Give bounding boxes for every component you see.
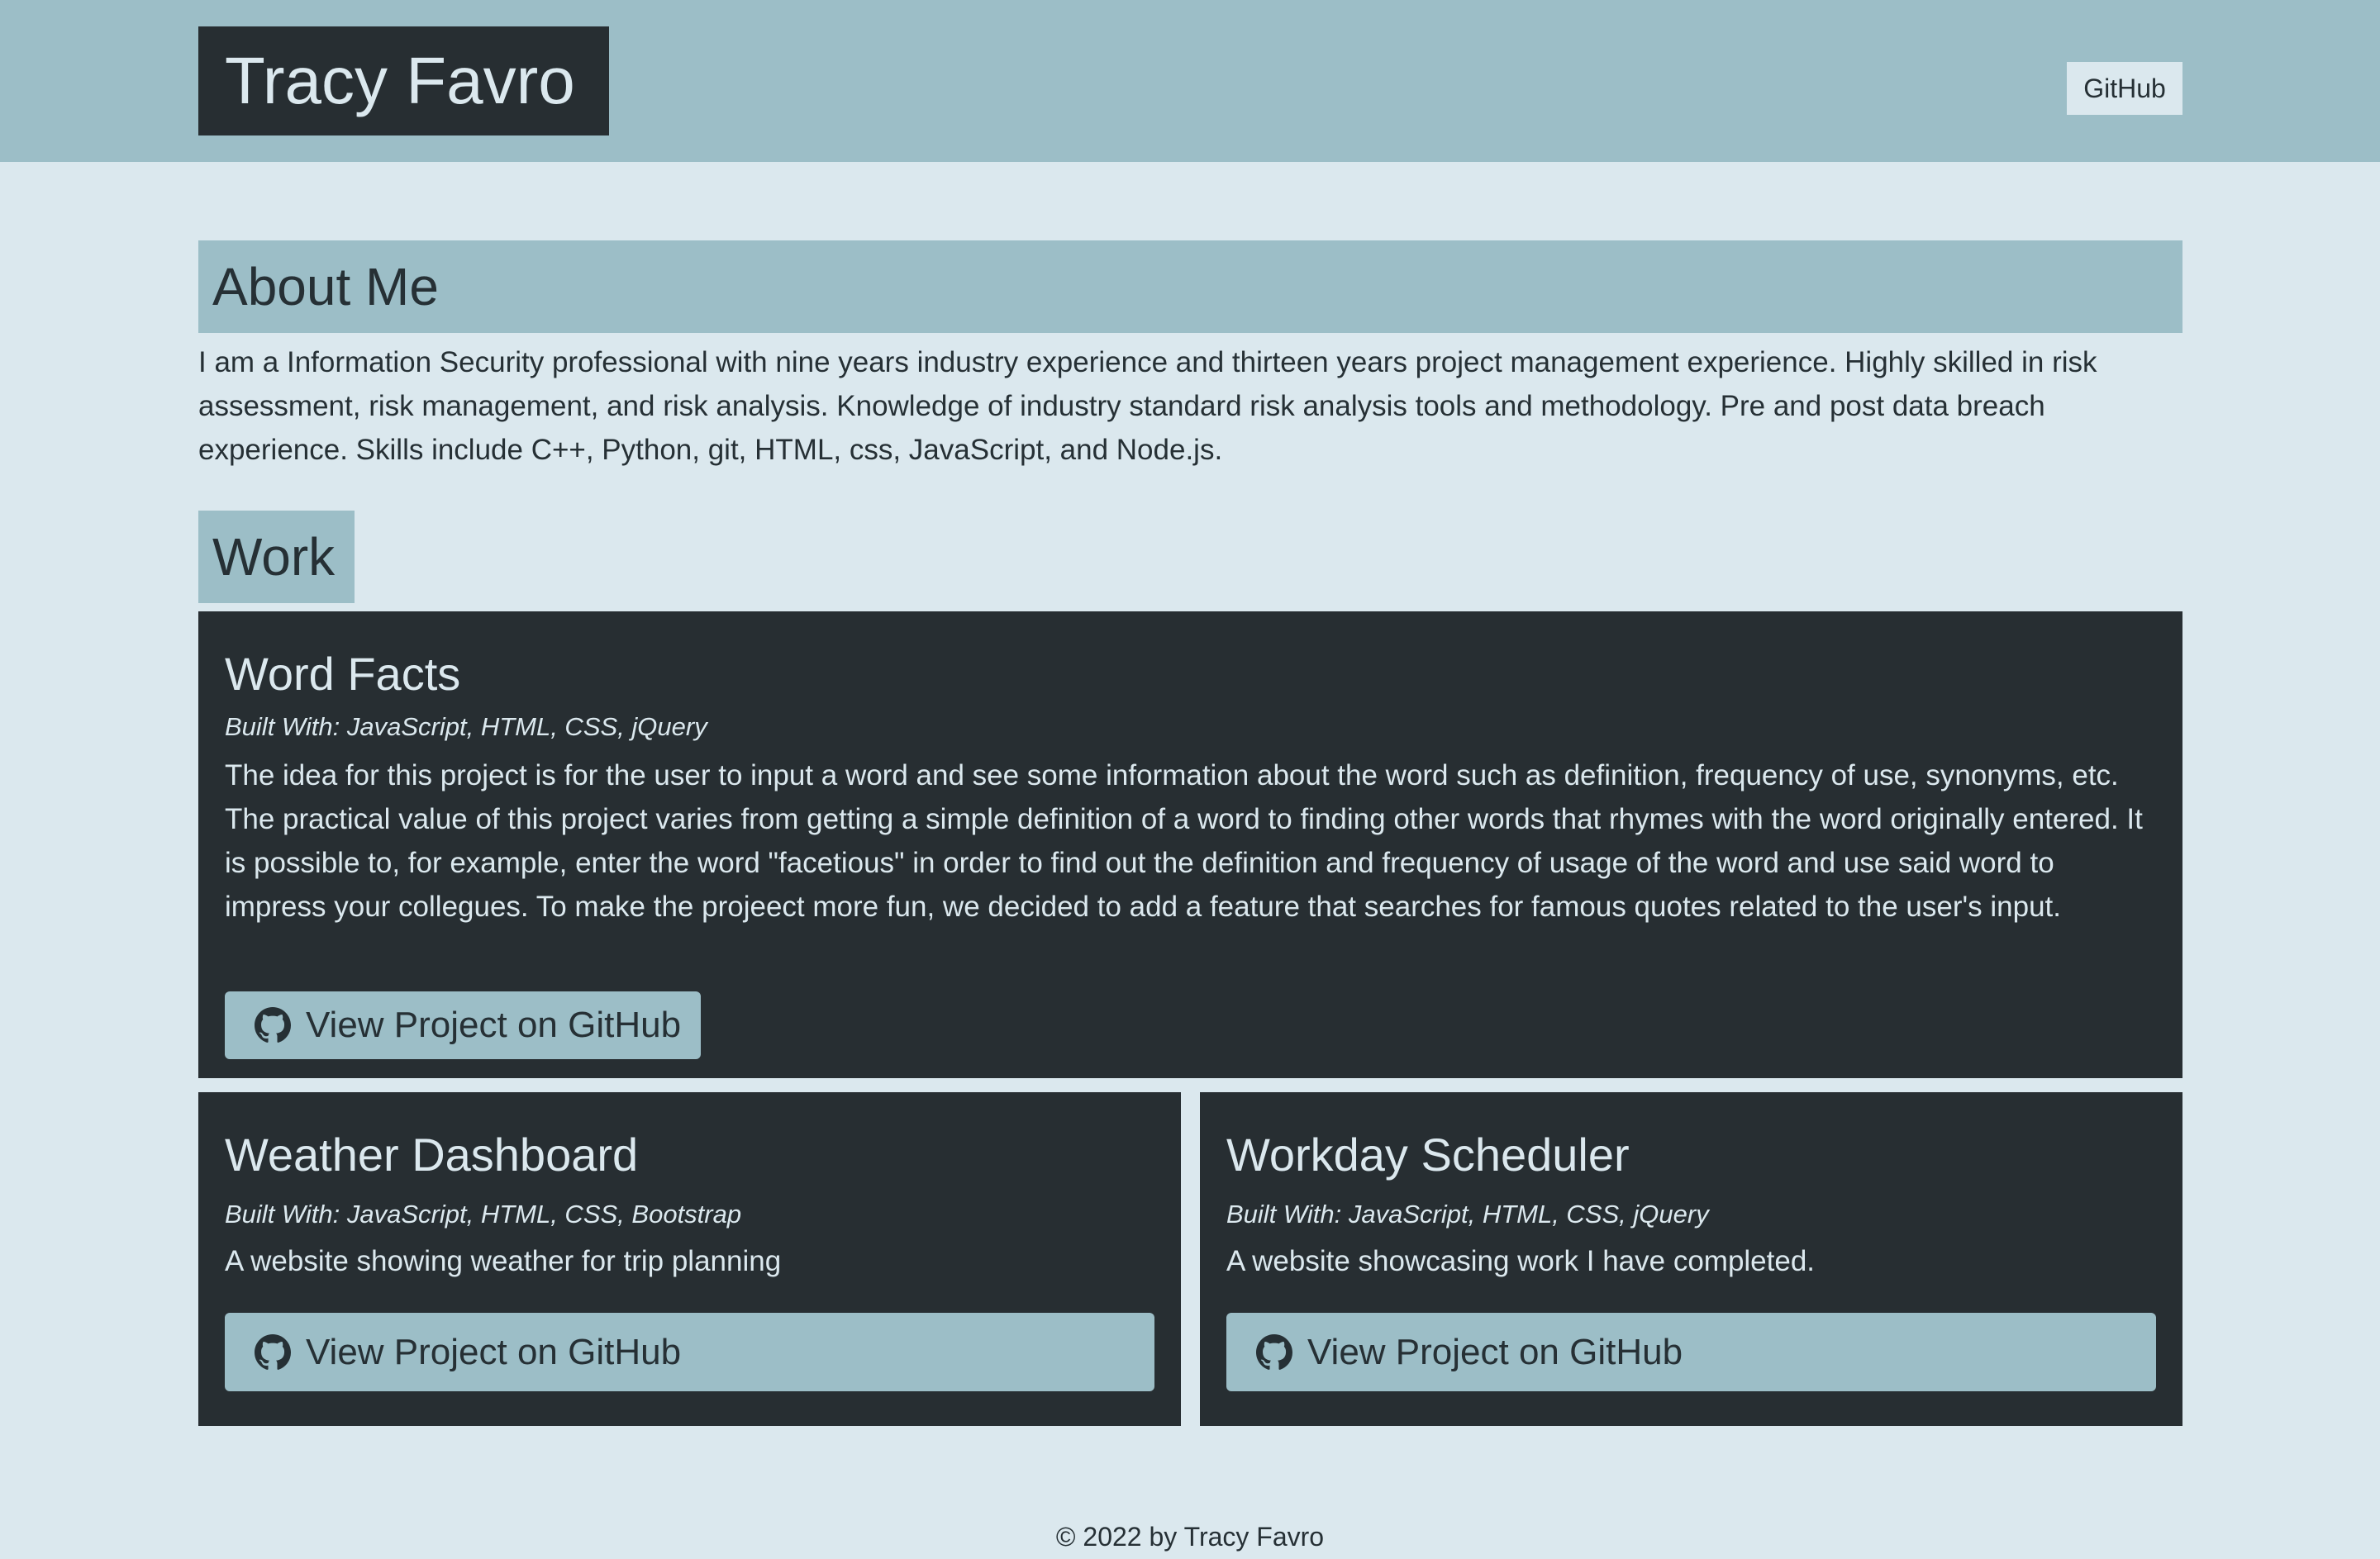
github-icon — [255, 1007, 291, 1043]
work-heading: Work — [198, 511, 355, 603]
view-project-button[interactable]: View Project on GitHub — [225, 1313, 1154, 1391]
project-built-with: Built With: JavaScript, HTML, CSS, jQuer… — [225, 712, 707, 741]
project-description: The idea for this project is for the use… — [225, 759, 2143, 923]
view-project-button-label: View Project on GitHub — [1307, 1331, 1683, 1372]
project-card-word-facts: Word Facts Built With: JavaScript, HTML,… — [198, 611, 2182, 1078]
project-built-with: Built With: JavaScript, HTML, CSS, jQuer… — [1226, 1200, 1709, 1229]
footer-copyright: © 2022 by Tracy Favro — [1055, 1522, 1325, 1552]
about-text: I am a Information Security professional… — [198, 346, 2097, 466]
view-project-button-label: View Project on GitHub — [306, 1331, 682, 1372]
project-description: A website showing weather for trip plann… — [225, 1245, 782, 1277]
project-title: Weather Dashboard — [225, 1129, 639, 1181]
project-card-workday-scheduler: Workday Scheduler Built With: JavaScript… — [1200, 1092, 2182, 1426]
view-project-button-label: View Project on GitHub — [306, 1005, 682, 1045]
project-card-weather-dashboard: Weather Dashboard Built With: JavaScript… — [198, 1092, 1181, 1426]
site-title: Tracy Favro — [198, 26, 609, 135]
project-title: Workday Scheduler — [1226, 1129, 1630, 1181]
view-project-button[interactable]: View Project on GitHub — [1226, 1313, 2156, 1391]
nav-github-link[interactable]: GitHub — [2067, 62, 2182, 115]
project-title: Word Facts — [225, 648, 461, 700]
github-icon — [255, 1333, 291, 1370]
site-header: Tracy Favro GitHub — [0, 0, 2380, 162]
github-icon — [1256, 1333, 1292, 1370]
project-description: A website showcasing work I have complet… — [1226, 1245, 1816, 1277]
about-heading: About Me — [198, 240, 2182, 333]
view-project-button[interactable]: View Project on GitHub — [225, 991, 701, 1059]
project-built-with: Built With: JavaScript, HTML, CSS, Boots… — [225, 1200, 742, 1229]
